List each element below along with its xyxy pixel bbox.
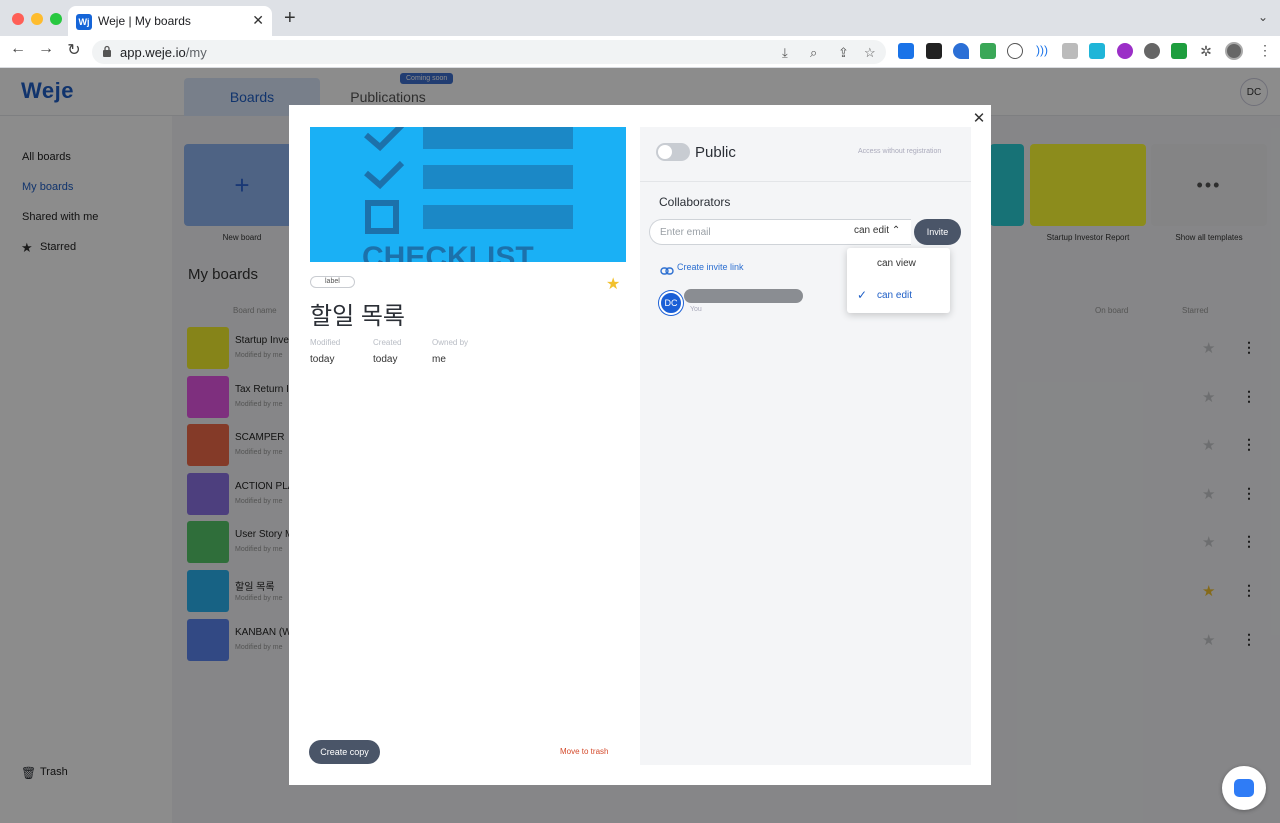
role-option-can-edit[interactable]: can edit [877, 290, 912, 301]
public-label: Public [695, 144, 736, 161]
meta-modified-value: today [310, 354, 335, 365]
close-window-button[interactable] [12, 13, 24, 25]
create-copy-button[interactable]: Create copy [309, 740, 380, 764]
email-field[interactable] [660, 225, 840, 240]
label-tag[interactable]: label [310, 276, 355, 288]
maximize-window-button[interactable] [50, 13, 62, 25]
new-tab-icon[interactable]: + [284, 8, 296, 28]
chevron-up-icon: ⌃ [891, 225, 901, 236]
checkmark-extension-icon[interactable] [1171, 43, 1187, 59]
camera-icon[interactable] [1062, 43, 1078, 59]
browser-tab[interactable]: Wj Weje | My boards ✕ [68, 6, 272, 36]
extension-grey-icon[interactable] [1144, 43, 1160, 59]
link-icon [660, 263, 674, 275]
access-note: Access without registration [858, 148, 942, 155]
role-selected: can edit [854, 225, 890, 236]
collaborator-avatar: DC [659, 291, 683, 315]
address-bar[interactable]: app.weje.io/my ⤓ ⌕ ⇪ ☆ [92, 40, 886, 64]
preview-text: CHECKLIST [362, 241, 534, 262]
toggle-knob [658, 145, 672, 159]
url-text: app.weje.io/my [120, 45, 207, 60]
bookmark-star-icon[interactable]: ☆ [864, 45, 876, 61]
board-title[interactable]: 할일 목록 [310, 296, 405, 331]
sheets-icon[interactable] [980, 43, 996, 59]
reload-icon[interactable]: ↻ [62, 40, 86, 60]
extension-1-icon[interactable] [898, 43, 914, 59]
board-preview-image: CHECKLIST [310, 127, 626, 262]
lock-icon [103, 45, 111, 57]
chevron-down-icon[interactable]: ⌄ [1258, 10, 1268, 24]
role-option-can-view[interactable]: can view [877, 258, 916, 269]
meta-modified-label: Modified [310, 338, 341, 347]
chat-button[interactable] [1222, 766, 1266, 810]
extension-v-icon[interactable] [953, 43, 969, 59]
collaborators-heading: Collaborators [659, 195, 731, 209]
close-tab-icon[interactable]: ✕ [252, 12, 264, 29]
browser-menu-icon[interactable]: ⋮ [1258, 42, 1272, 59]
wifi-icon[interactable]: ))) [1034, 43, 1050, 59]
profile-avatar[interactable] [1225, 42, 1243, 60]
url-host: app.weje.io [120, 45, 186, 60]
meta-created-label: Created [373, 338, 402, 347]
back-icon[interactable]: ← [6, 40, 30, 58]
minimize-window-button[interactable] [31, 13, 43, 25]
divider [640, 181, 971, 182]
checklist-illustration: CHECKLIST [362, 127, 573, 262]
star-icon[interactable]: ★ [606, 274, 620, 294]
checkmark-icon: ✓ [857, 288, 868, 302]
tab-title: Weje | My boards [98, 14, 191, 28]
meta-created-value: today [373, 354, 398, 365]
cloud-icon[interactable] [1007, 43, 1023, 59]
move-to-trash-link[interactable]: Move to trash [560, 747, 608, 756]
extension-pen-icon[interactable] [1089, 43, 1105, 59]
public-toggle[interactable] [656, 143, 690, 161]
forward-icon[interactable]: → [34, 40, 58, 58]
puzzle-icon[interactable]: ✲ [1198, 43, 1214, 59]
collaborator-you-label: You [690, 306, 702, 313]
share-icon[interactable]: ⇪ [838, 45, 849, 61]
role-dropdown-menu: can view ✓ can edit [847, 248, 950, 313]
url-path: /my [185, 45, 207, 60]
role-dropdown[interactable]: can edit ⌃ [854, 225, 900, 236]
extension-circle-icon[interactable] [1117, 43, 1133, 59]
notion-icon[interactable] [926, 43, 942, 59]
install-icon[interactable]: ⤓ [782, 45, 788, 61]
meta-owner-label: Owned by [432, 338, 469, 347]
zoom-icon[interactable]: ⌕ [810, 45, 817, 61]
chat-icon [1234, 779, 1254, 797]
collaborator-name-redacted [684, 289, 803, 303]
meta-owner-value: me [432, 354, 446, 365]
invite-button[interactable]: Invite [914, 219, 961, 245]
close-icon[interactable]: ✕ [972, 109, 986, 127]
weje-favicon-icon: Wj [76, 14, 92, 30]
create-invite-link[interactable]: Create invite link [677, 262, 744, 272]
